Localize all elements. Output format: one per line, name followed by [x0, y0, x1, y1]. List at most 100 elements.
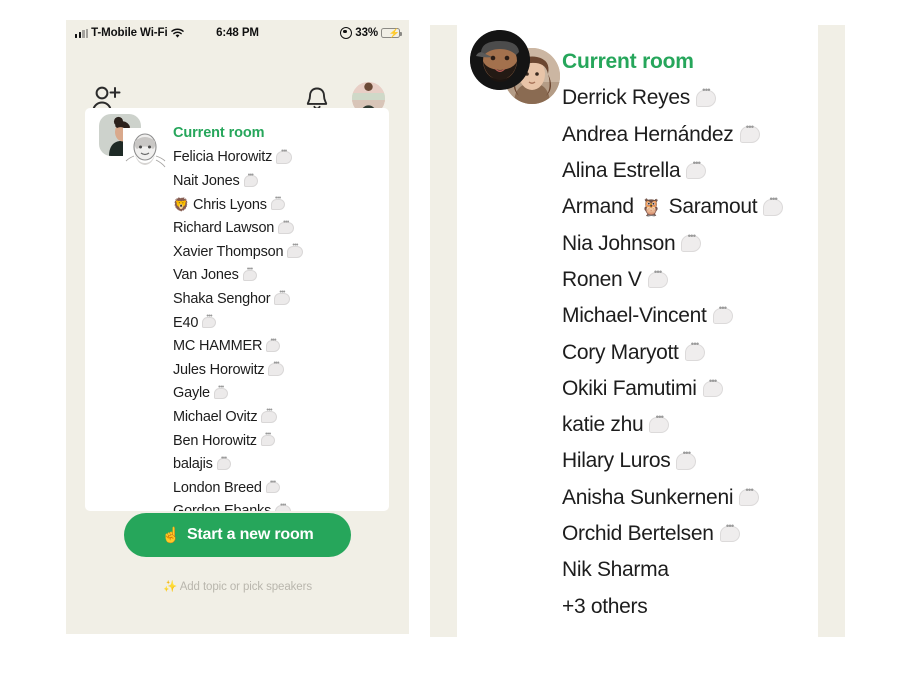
- speech-bubble-icon[interactable]: [712, 303, 733, 325]
- speech-bubble-icon[interactable]: [702, 376, 723, 398]
- member-name: E40: [173, 314, 199, 331]
- member-name: Nait Jones: [173, 172, 240, 189]
- room-avatar-cluster: [97, 114, 167, 176]
- room-member-row-zoomed[interactable]: Hilary Luros: [562, 443, 860, 479]
- room-member-row-zoomed[interactable]: Anisha Sunkerneni: [562, 480, 860, 516]
- speech-bubble-icon[interactable]: [676, 448, 697, 470]
- room-title-zoomed: Current room: [562, 50, 694, 73]
- room-member-row-zoomed[interactable]: Alina Estrella: [562, 153, 860, 189]
- speech-bubble-icon[interactable]: [216, 455, 231, 470]
- add-topic-hint[interactable]: ✨ Add topic or pick speakers: [66, 579, 409, 593]
- room-member-row[interactable]: Shaka Senghor: [173, 287, 383, 311]
- room-member-row-zoomed[interactable]: Ronen V: [562, 262, 860, 298]
- room-member-row[interactable]: 🦁 Chris Lyons: [173, 193, 383, 217]
- speech-bubble-icon[interactable]: [242, 266, 257, 282]
- member-name: balajis: [173, 456, 213, 473]
- member-name: Gayle: [173, 385, 210, 402]
- room-member-row[interactable]: Michael Ovitz: [173, 405, 383, 429]
- room-member-row-zoomed[interactable]: Nia Johnson: [562, 225, 860, 261]
- speech-bubble-icon[interactable]: [243, 172, 258, 187]
- room-member-row[interactable]: Gordon Ebanks: [173, 500, 383, 511]
- room-member-row-zoomed[interactable]: Armand 🦉 Saramout: [562, 189, 860, 225]
- speech-bubble-icon[interactable]: [681, 231, 702, 252]
- speech-bubble-icon[interactable]: [686, 158, 707, 180]
- speech-bubble-icon[interactable]: [684, 340, 705, 361]
- room-member-row[interactable]: Van Jones: [173, 264, 383, 288]
- speech-bubble-icon[interactable]: [260, 432, 275, 447]
- current-room-card[interactable]: Current room Felicia Horowitz Nait Jones 🦁…: [85, 108, 389, 511]
- member-name: Jules Horowitz: [173, 361, 265, 378]
- room-member-row-zoomed[interactable]: katie zhu: [562, 407, 860, 443]
- member-name: Richard Lawson: [173, 220, 275, 237]
- left-phone-screenshot: T-Mobile Wi-Fi 6:48 PM 33% ⚡ Current roo…: [66, 20, 409, 634]
- speech-bubble-icon[interactable]: [268, 360, 284, 376]
- speech-bubble-icon[interactable]: [278, 219, 294, 235]
- room-member-row-zoomed[interactable]: Orchid Bertelsen: [562, 516, 860, 552]
- member-name: Shaka Senghor: [173, 290, 271, 307]
- member-glyph-icon: 🦉: [640, 197, 662, 217]
- speech-bubble-icon[interactable]: [265, 479, 280, 494]
- speech-bubble-icon[interactable]: [276, 148, 292, 164]
- room-member-row[interactable]: Richard Lawson: [173, 216, 383, 240]
- battery-low-power-icon: ⚡: [381, 28, 402, 38]
- speech-bubble-icon[interactable]: [739, 485, 760, 506]
- start-new-room-label: Start a new room: [186, 526, 314, 543]
- member-name: MC HAMMER: [173, 338, 263, 355]
- room-member-row-zoomed[interactable]: Okiki Famutimi: [562, 371, 860, 407]
- member-name: Michael-Vincent: [562, 304, 707, 328]
- room-member-row[interactable]: Xavier Thompson: [173, 240, 383, 264]
- room-member-row-zoomed[interactable]: Nik Sharma: [562, 552, 860, 588]
- room-title: Current room: [173, 125, 265, 141]
- panel-left-strip: [430, 25, 457, 637]
- member-name: Anisha Sunkerneni: [562, 485, 734, 509]
- member-name: Alina Estrella: [562, 159, 681, 183]
- member-name: Van Jones: [173, 267, 239, 284]
- status-bar: T-Mobile Wi-Fi 6:48 PM 33% ⚡: [66, 20, 409, 46]
- room-member-row[interactable]: balajis: [173, 452, 383, 476]
- speech-bubble-icon[interactable]: [261, 407, 277, 424]
- speech-bubble-icon[interactable]: [202, 314, 217, 329]
- speech-bubble-icon[interactable]: [695, 86, 716, 107]
- start-new-room-button[interactable]: ☝️ Start a new room: [124, 513, 351, 557]
- speech-bubble-icon[interactable]: [719, 521, 740, 543]
- speech-bubble-icon[interactable]: [647, 267, 668, 289]
- room-member-list: Current room Felicia Horowitz Nait Jones 🦁…: [173, 122, 383, 511]
- speech-bubble-icon[interactable]: [763, 194, 784, 216]
- room-avatar-cluster-zoomed: [470, 30, 562, 122]
- battery-percent-label: 33%: [355, 27, 378, 39]
- room-member-row[interactable]: MC HAMMER: [173, 334, 383, 358]
- speech-bubble-icon[interactable]: [274, 289, 290, 306]
- speech-bubble-icon[interactable]: [649, 412, 670, 434]
- room-member-row[interactable]: E40: [173, 311, 383, 335]
- room-member-row-zoomed[interactable]: Michael-Vincent: [562, 298, 860, 334]
- room-member-row-zoomed[interactable]: Andrea Hernández: [562, 117, 860, 153]
- member-name: Derrick Reyes: [562, 86, 690, 110]
- location-lock-icon: [340, 27, 353, 39]
- room-member-row[interactable]: Jules Horowitz: [173, 358, 383, 382]
- room-member-row[interactable]: Felicia Horowitz: [173, 146, 383, 170]
- room-member-row-zoomed[interactable]: Derrick Reyes: [562, 80, 860, 116]
- status-bar-right: 33% ⚡: [340, 27, 402, 39]
- room-member-row-zoomed[interactable]: +3 others: [562, 588, 860, 624]
- speech-bubble-icon[interactable]: [213, 384, 228, 400]
- member-name: Ronen V: [562, 267, 642, 291]
- speech-bubble-icon[interactable]: [287, 242, 303, 259]
- member-name: Okiki Famutimi: [562, 376, 697, 400]
- room-member-row[interactable]: Ben Horowitz: [173, 429, 383, 453]
- room-member-list-zoomed: Current room Derrick Reyes Andrea Hernánd…: [562, 44, 860, 625]
- member-name: +3 others: [562, 594, 648, 618]
- member-name: Felicia Horowitz: [173, 149, 273, 166]
- speech-bubble-icon[interactable]: [275, 502, 291, 511]
- member-name: Xavier Thompson: [173, 243, 284, 260]
- member-name: Andrea Hernández: [562, 122, 734, 146]
- room-member-row[interactable]: Nait Jones: [173, 169, 383, 193]
- member-name: Orchid Bertelsen: [562, 522, 714, 545]
- speech-bubble-icon[interactable]: [266, 337, 281, 352]
- speech-bubble-icon[interactable]: [739, 122, 760, 143]
- memoji-avatar-zoomed: [470, 30, 530, 90]
- room-member-row-zoomed[interactable]: Cory Maryott: [562, 334, 860, 370]
- room-avatar-sketch: [123, 128, 167, 172]
- room-member-row[interactable]: London Breed: [173, 476, 383, 500]
- room-member-row[interactable]: Gayle: [173, 382, 383, 406]
- speech-bubble-icon[interactable]: [270, 196, 285, 211]
